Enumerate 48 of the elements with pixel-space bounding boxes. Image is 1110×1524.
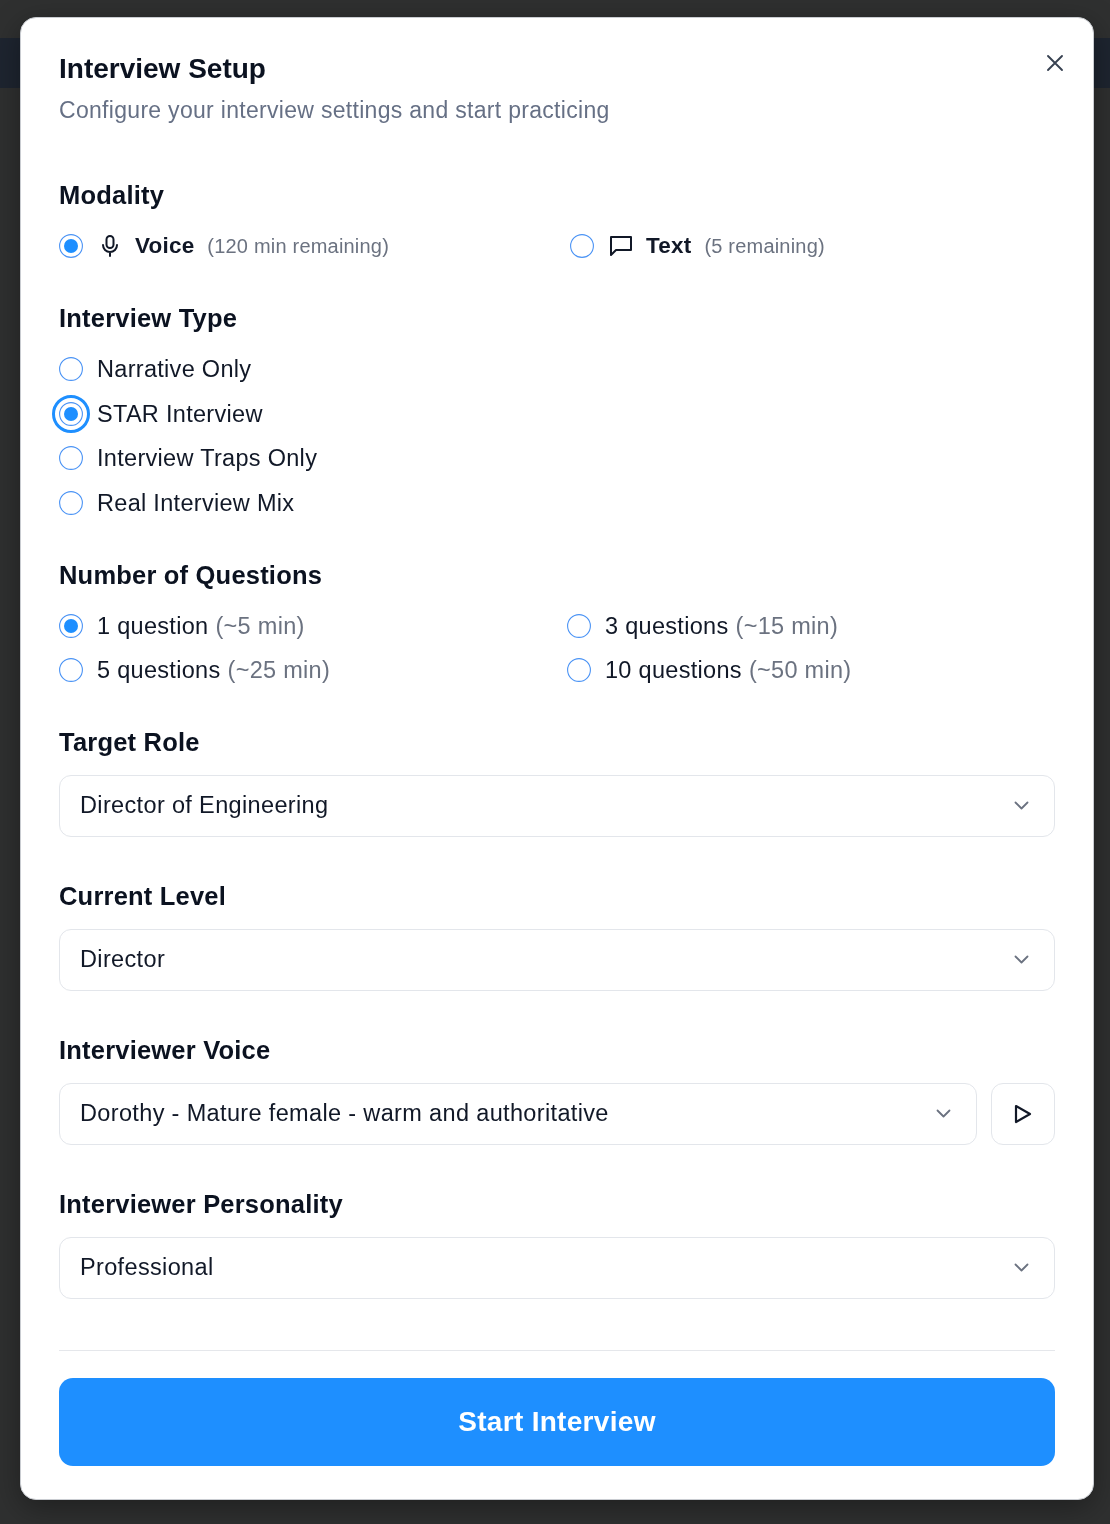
radio-button[interactable] (567, 613, 591, 638)
chevron-down-icon (1014, 1263, 1029, 1272)
option-label: STAR Interview (97, 399, 263, 429)
radio-button[interactable] (59, 357, 83, 381)
option-label: Voice (135, 232, 195, 260)
option-label: 5 questions (97, 655, 221, 685)
section-heading: Modality (59, 180, 166, 210)
option-hint: (5 remaining) (704, 234, 825, 259)
field-label: Interviewer Voice (59, 1034, 272, 1065)
chevron-down-icon (1014, 801, 1029, 810)
field-label: Current Level (59, 880, 227, 911)
option-hint: (120 min remaining) (207, 234, 389, 259)
option-label: 3 questions (605, 611, 729, 641)
section-heading: Number of Questions (59, 559, 324, 590)
field-label: Target Role (59, 726, 201, 757)
radio-button[interactable] (52, 394, 90, 433)
dialog-title: Interview Setup (59, 52, 266, 86)
radio-button[interactable] (59, 446, 83, 470)
radio-button[interactable] (59, 613, 83, 638)
radio-button[interactable] (570, 234, 594, 258)
play-icon (1014, 1103, 1032, 1124)
field-label: Interviewer Personality (59, 1188, 344, 1219)
option-hint: (~5 min) (215, 611, 305, 641)
section-heading: Interview Type (59, 303, 239, 333)
microphone-icon (100, 234, 120, 258)
option-label: 10 questions (605, 655, 742, 685)
radio-button[interactable] (59, 657, 83, 682)
option-hint: (~50 min) (748, 655, 852, 685)
option-label: Interview Traps Only (97, 444, 318, 473)
chevron-down-icon (1014, 955, 1029, 964)
dropdown-select[interactable]: Director (59, 928, 1055, 991)
radio-button[interactable] (59, 234, 83, 258)
option-label: Narrative Only (97, 355, 252, 384)
play-button[interactable] (991, 1082, 1055, 1145)
dialog-subtitle: Configure your interview settings and start practicing (59, 96, 611, 125)
dropdown-select[interactable]: Dorothy - Mature female - warm and authoritative (59, 1082, 977, 1145)
dropdown-select[interactable]: Professional (59, 1236, 1055, 1299)
dropdown-select[interactable]: Director of Engineering (59, 774, 1055, 837)
radio-button[interactable] (59, 490, 83, 515)
close-icon[interactable] (1046, 54, 1064, 72)
option-hint: (~25 min) (227, 655, 331, 685)
speech-bubble-icon (609, 235, 633, 257)
option-label: Real Interview Mix (97, 488, 295, 518)
option-label: 1 question (97, 611, 209, 641)
radio-button[interactable] (567, 657, 591, 682)
option-hint: (~15 min) (735, 611, 839, 641)
chevron-down-icon (936, 1109, 951, 1118)
option-label: Text (646, 232, 692, 260)
